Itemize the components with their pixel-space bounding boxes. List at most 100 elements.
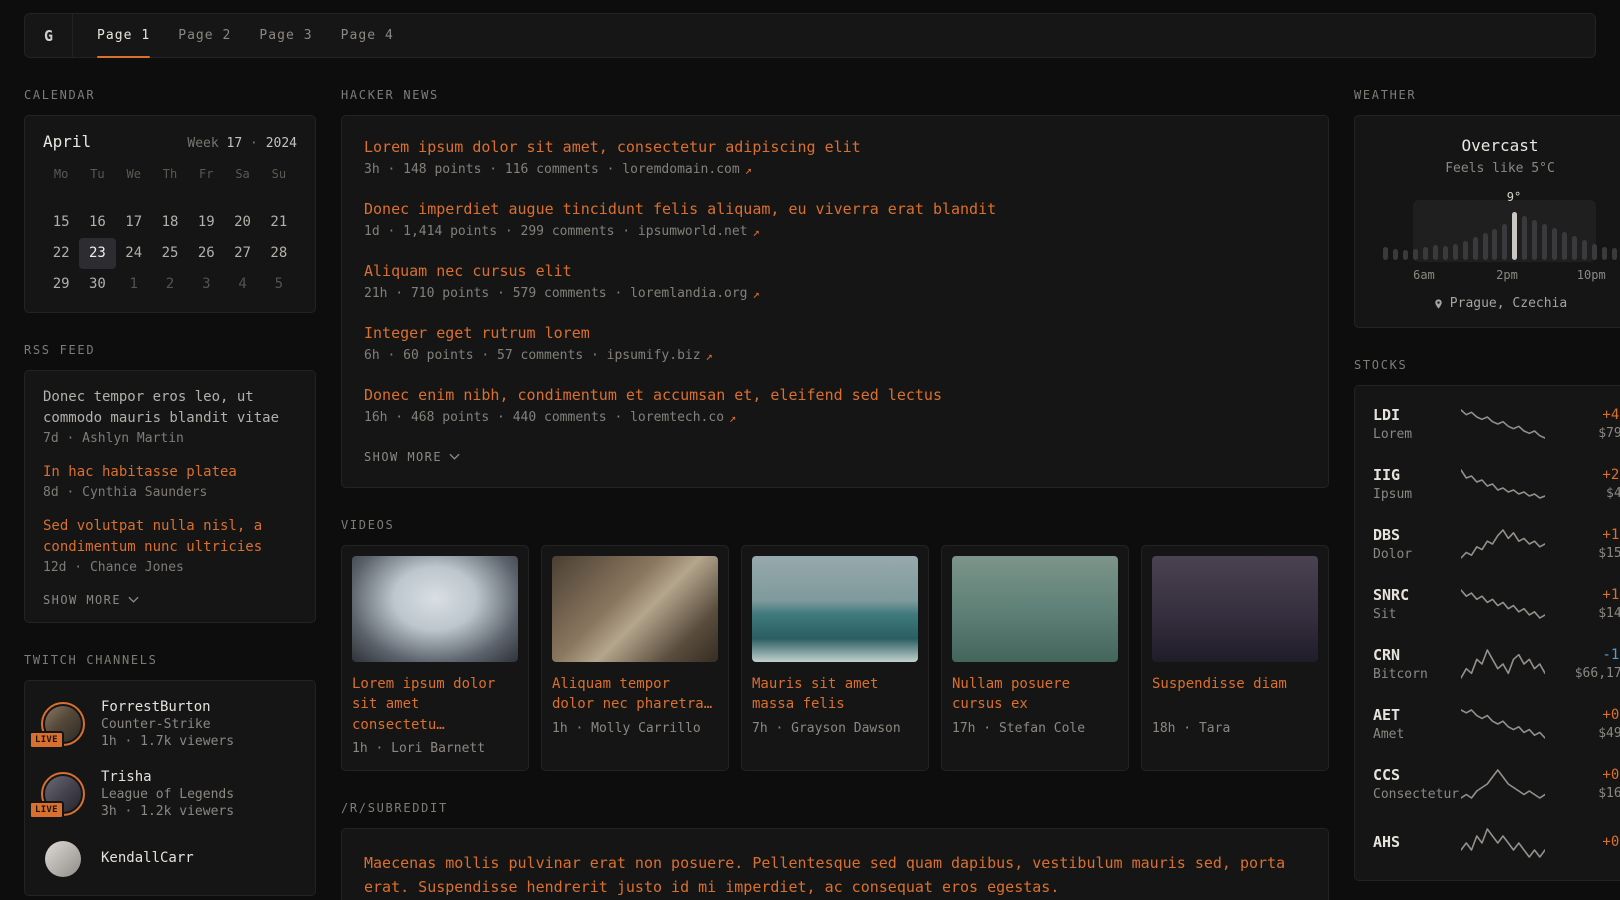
video-thumbnail[interactable] [752,556,918,662]
stock-symbol[interactable]: SNRC [1373,586,1461,604]
calendar-day[interactable]: 19 [188,207,224,238]
video-thumbnail[interactable] [1152,556,1318,662]
hn-list: Lorem ipsum dolor sit amet, consectetur … [364,138,1306,425]
stock-values: +0.92% $499.72 [1545,707,1620,741]
stock-symbol[interactable]: AHS [1373,833,1461,851]
rss-item-title[interactable]: Sed volutpat nulla nisl, a condimentum n… [43,516,297,558]
page-tab[interactable]: Page 1 [97,14,150,57]
calendar-day[interactable]: 4 [224,269,260,300]
widget-title: HACKER NEWS [341,88,1329,102]
video-card[interactable]: Suspendisse diam 18h · Tara [1141,545,1329,771]
twitch-channel[interactable]: LIVE Trisha League of Legends 3h · 1.2k … [43,769,297,819]
calendar-day[interactable]: 26 [188,238,224,269]
calendar-day[interactable]: 5 [261,269,297,300]
weather-card: Overcast Feels like 5°C 9° 6am 2 [1354,115,1620,328]
calendar-day[interactable]: 24 [116,238,152,269]
calendar-day-headers: Mo Tu We Th Fr Sa Su [43,167,297,191]
stock-symbol[interactable]: IIG [1373,466,1461,484]
twitch-channel[interactable]: LIVE KendallCarr [43,839,297,879]
video-thumbnail[interactable] [352,556,518,662]
app-logo[interactable]: G [25,14,73,57]
video-card[interactable]: Lorem ipsum dolor sit amet consectetu… 1… [341,545,529,771]
rss-item: In hac habitasse platea 8d · Cynthia Sau… [43,462,297,500]
calendar-day[interactable]: 21 [261,207,297,238]
stock-change: +1.36% [1545,587,1620,603]
stock-row[interactable]: LDI Lorem +4.35% $795.18 [1371,394,1620,454]
rss-show-more-button[interactable]: SHOW MORE [43,591,139,607]
video-card[interactable]: Aliquam tempor dolor nec pharetra… 1h · … [541,545,729,771]
rss-item: Sed volutpat nulla nisl, a condimentum n… [43,516,297,575]
video-title[interactable]: Lorem ipsum dolor sit amet consectetu… [352,674,518,735]
external-link-icon[interactable]: ↗ [753,225,760,239]
video-title[interactable]: Nullam posuere cursus ex [952,674,1118,715]
stock-symbol[interactable]: CRN [1373,646,1461,664]
calendar-day[interactable]: 16 [79,207,115,238]
stock-symbol[interactable]: CCS [1373,766,1461,784]
reddit-post-title[interactable]: Maecenas mollis pulvinar erat non posuer… [364,851,1306,899]
weather-time-label: 10pm [1577,268,1606,282]
avatar-wrap: LIVE [43,839,83,879]
stock-row[interactable]: AET Amet +0.92% $499.72 [1371,694,1620,754]
calendar-day[interactable]: 30 [79,269,115,300]
weather-hour-bar [1562,232,1567,260]
video-card[interactable]: Nullam posuere cursus ex 17h · Stefan Co… [941,545,1129,771]
calendar-day[interactable]: 20 [224,207,260,238]
video-title[interactable]: Suspendisse diam [1152,674,1318,715]
video-title[interactable]: Aliquam tempor dolor nec pharetra… [552,674,718,715]
rss-item-meta: 12d · Chance Jones [43,560,297,575]
calendar-day[interactable]: 23 [79,238,115,269]
calendar-day[interactable]: 29 [43,269,79,300]
calendar-day[interactable]: 17 [116,207,152,238]
video-card[interactable]: Mauris sit amet massa felis 7h · Grayson… [741,545,929,771]
calendar-day-header: Mo [43,167,79,191]
stock-id: AET Amet [1373,706,1461,742]
rss-item-title[interactable]: In hac habitasse platea [43,462,297,483]
stock-row[interactable]: AHS +0.46% [1371,814,1620,872]
weather-feels-like: Feels like 5°C [1373,161,1620,176]
hn-story-title[interactable]: Integer eget rutrum lorem [364,324,1306,342]
stock-row[interactable]: CRN Bitcorn -1.00% $66,171.48 [1371,634,1620,694]
calendar-day[interactable]: 25 [152,238,188,269]
stock-symbol[interactable]: LDI [1373,406,1461,424]
calendar-day[interactable]: 18 [152,207,188,238]
external-link-icon[interactable]: ↗ [753,287,760,301]
calendar-header: April Week 17 · 2024 [43,132,297,151]
calendar-day[interactable]: 15 [43,207,79,238]
external-link-icon[interactable]: ↗ [706,349,713,363]
stock-symbol[interactable]: DBS [1373,526,1461,544]
hn-story-title[interactable]: Lorem ipsum dolor sit amet, consectetur … [364,138,1306,156]
channel-name[interactable]: KendallCarr [101,850,194,866]
hn-story-title[interactable]: Donec enim nibh, condimentum et accumsan… [364,386,1306,404]
video-thumbnail[interactable] [552,556,718,662]
channel-name[interactable]: ForrestBurton [101,699,234,715]
page-tab[interactable]: Page 4 [341,14,394,57]
stock-row[interactable]: IIG Ipsum +2.84% $42.04 [1371,454,1620,514]
hn-story-meta-text: 1d · 1,414 points · 299 comments · ipsum… [364,224,748,239]
calendar-day[interactable]: 1 [116,269,152,300]
stock-row[interactable]: SNRC Sit +1.36% $148.64 [1371,574,1620,634]
external-link-icon[interactable]: ↗ [729,411,736,425]
page-tab[interactable]: Page 3 [259,14,312,57]
stock-symbol[interactable]: AET [1373,706,1461,724]
stock-row[interactable]: DBS Dolor +1.42% $156.28 [1371,514,1620,574]
calendar-day[interactable]: 28 [261,238,297,269]
dashboard-grid: CALENDAR April Week 17 · 2024 Mo Tu We T… [0,58,1620,900]
channel-name[interactable]: Trisha [101,769,234,785]
calendar-day[interactable]: 3 [188,269,224,300]
video-thumbnail[interactable] [952,556,1118,662]
calendar-day[interactable]: 27 [224,238,260,269]
calendar-day[interactable]: 2 [152,269,188,300]
page-tab[interactable]: Page 2 [178,14,231,57]
hn-show-more-button[interactable]: SHOW MORE [364,448,460,464]
calendar-day[interactable]: 22 [43,238,79,269]
stock-row[interactable]: CCS Consectetur +0.51% $165.84 [1371,754,1620,814]
video-title[interactable]: Mauris sit amet massa felis [752,674,918,715]
hn-story-title[interactable]: Aliquam nec cursus elit [364,262,1306,280]
stock-change: +4.35% [1545,407,1620,423]
hn-story-title[interactable]: Donec imperdiet augue tincidunt felis al… [364,200,1306,218]
twitch-channel[interactable]: LIVE ForrestBurton Counter-Strike 1h · 1… [43,699,297,749]
hn-story-meta: 1d · 1,414 points · 299 comments · ipsum… [364,224,1306,239]
external-link-icon[interactable]: ↗ [745,163,752,177]
stock-change: +1.42% [1545,527,1620,543]
rss-item-title[interactable]: Donec tempor eros leo, ut commodo mauris… [43,387,297,429]
